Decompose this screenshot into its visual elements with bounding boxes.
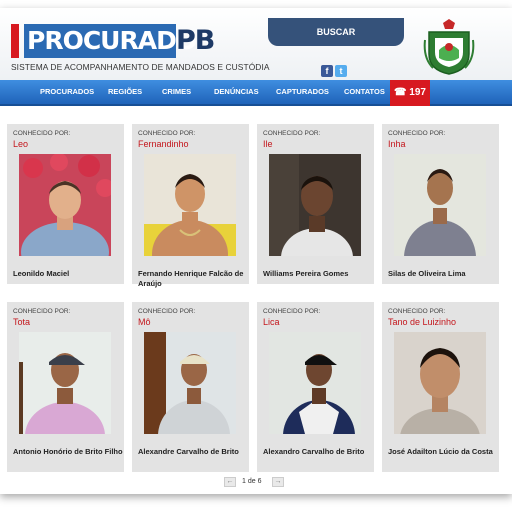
card-full-name: Silas de Oliveira Lima	[388, 269, 466, 278]
card-caption: CONHECIDO POR:	[388, 130, 446, 137]
nav-denuncias[interactable]: DENÚNCIAS	[214, 80, 259, 104]
site-header: PROCURADOS PB SISTEMA DE ACOMPANHAMENTO …	[0, 8, 512, 80]
card-full-name: José Adailton Lúcio da Costa	[388, 447, 493, 456]
next-page-button[interactable]: →	[272, 477, 284, 487]
nav-contatos[interactable]: CONTATOS	[344, 80, 385, 104]
wanted-grid: CONHECIDO POR: Leo Leonildo Maciel CONHE…	[0, 108, 512, 494]
facebook-icon[interactable]: f	[321, 65, 333, 77]
wanted-card[interactable]: CONHECIDO POR: Fernandinho Fernando Henr…	[132, 124, 249, 288]
twitter-icon[interactable]: t	[335, 65, 347, 77]
logo-main[interactable]: PROCURADOS	[24, 24, 214, 58]
card-alias: Mô	[138, 317, 151, 327]
card-caption: CONHECIDO POR:	[138, 130, 196, 137]
card-full-name: Antonio Honório de Brito Filho	[13, 447, 123, 456]
wanted-card[interactable]: CONHECIDO POR: Inha Silas de Oliveira Li…	[382, 124, 499, 284]
wanted-card[interactable]: CONHECIDO POR: Lica Alexandro Carvalho d…	[257, 302, 374, 472]
card-alias: Tota	[13, 317, 31, 327]
card-caption: CONHECIDO POR:	[138, 308, 196, 315]
wanted-card[interactable]: CONHECIDO POR: Ile Williams Pereira Gome…	[257, 124, 374, 284]
nav-capturados[interactable]: CAPTURADOS	[276, 80, 329, 104]
page-frame: PROCURADOS PB SISTEMA DE ACOMPANHAMENTO …	[0, 8, 512, 494]
card-caption: CONHECIDO POR:	[13, 308, 71, 315]
main-navigation: PROCURADOS REGIÕES CRIMES DENÚNCIAS CAPT…	[0, 80, 512, 106]
card-full-name: Fernando Henrique Falcão de Araújo	[138, 269, 244, 288]
wanted-card[interactable]: CONHECIDO POR: Tano de Luizinho José Ada…	[382, 302, 499, 472]
suspect-photo[interactable]	[19, 154, 111, 256]
card-caption: CONHECIDO POR:	[263, 308, 321, 315]
card-alias: Leo	[13, 139, 29, 149]
suspect-photo[interactable]	[394, 332, 486, 434]
card-full-name: Leonildo Maciel	[13, 269, 70, 278]
site-subtitle: SISTEMA DE ACOMPANHAMENTO DE MANDADOS E …	[11, 62, 270, 72]
card-alias: Ile	[263, 139, 273, 149]
card-caption: CONHECIDO POR:	[388, 308, 446, 315]
suspect-photo[interactable]	[269, 332, 361, 434]
page-indicator: 1 de 6	[242, 478, 262, 485]
suspect-photo[interactable]	[269, 154, 361, 256]
search-button[interactable]: BUSCAR	[268, 18, 404, 46]
wanted-card[interactable]: CONHECIDO POR: Leo Leonildo Maciel	[7, 124, 124, 284]
nav-procurados[interactable]: PROCURADOS	[40, 80, 94, 104]
wanted-card[interactable]: CONHECIDO POR: Tota Antonio Honório de B…	[7, 302, 124, 472]
hotline-197-button[interactable]: ☎ 197	[390, 80, 430, 106]
suspect-photo[interactable]	[394, 154, 486, 256]
suspect-photo[interactable]	[144, 154, 236, 256]
card-full-name: Alexandre Carvalho de Brito	[138, 447, 239, 456]
card-alias: Inha	[388, 139, 406, 149]
card-alias: Lica	[263, 317, 280, 327]
logo-red-bar	[11, 24, 19, 58]
card-alias: Tano de Luizinho	[388, 317, 457, 327]
card-full-name: Williams Pereira Gomes	[263, 269, 349, 278]
card-full-name: Alexandro Carvalho de Brito	[263, 447, 365, 456]
card-caption: CONHECIDO POR:	[263, 130, 321, 137]
suspect-photo[interactable]	[19, 332, 111, 434]
coat-of-arms-icon	[423, 19, 475, 75]
card-alias: Fernandinho	[138, 139, 189, 149]
prev-page-button[interactable]: ←	[224, 477, 236, 487]
wanted-card[interactable]: CONHECIDO POR: Mô Alexandre Carvalho de …	[132, 302, 249, 472]
card-caption: CONHECIDO POR:	[13, 130, 71, 137]
logo-suffix[interactable]: PB	[176, 24, 215, 58]
nav-crimes[interactable]: CRIMES	[162, 80, 191, 104]
suspect-photo[interactable]	[144, 332, 236, 434]
nav-regioes[interactable]: REGIÕES	[108, 80, 142, 104]
